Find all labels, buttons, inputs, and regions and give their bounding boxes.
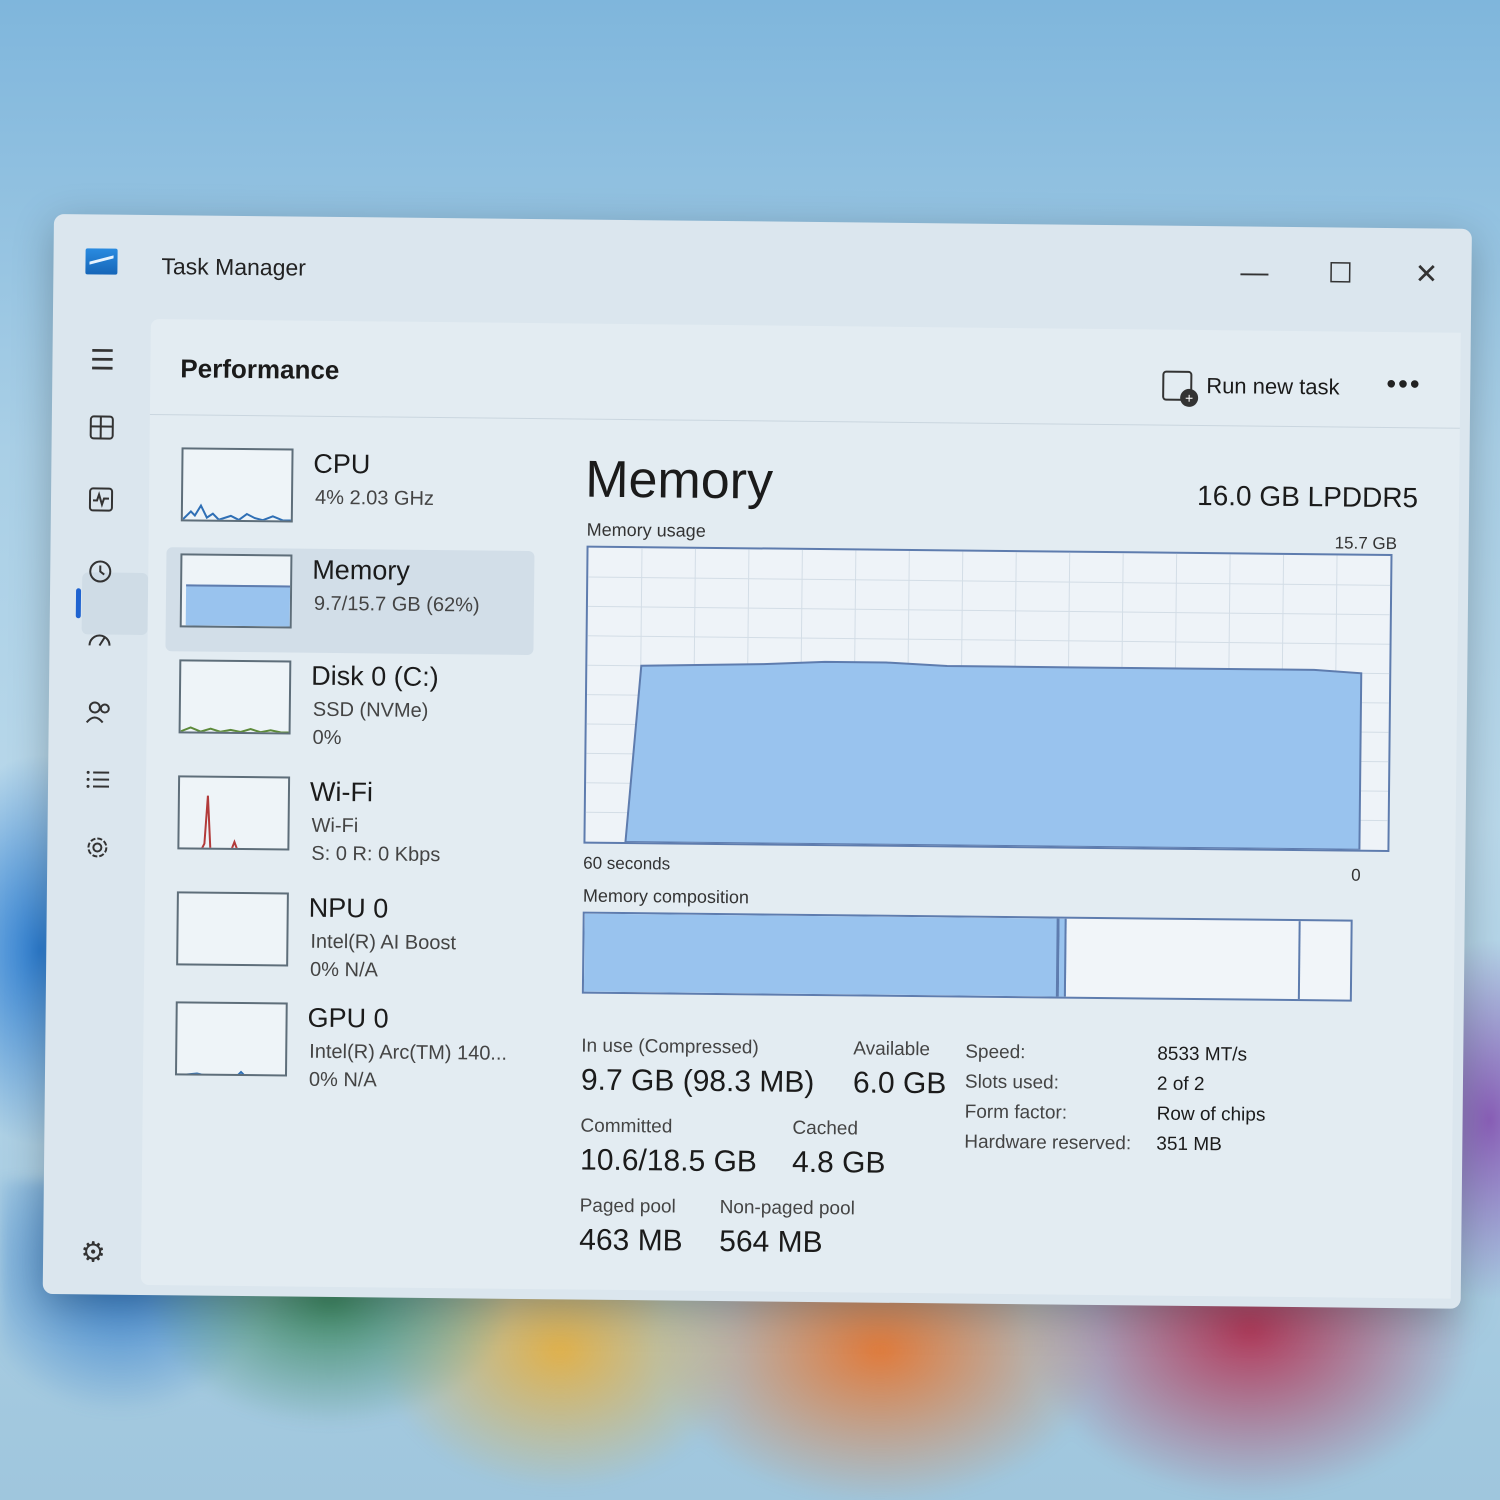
device-name: Memory [312, 554, 410, 586]
task-manager-app-icon [85, 248, 118, 275]
device-name: GPU 0 [307, 1002, 389, 1034]
navigation-rail: ☰ ⚙ [43, 310, 153, 1295]
grid-line-horizontal [588, 576, 1391, 586]
available-value: 6.0 GB [852, 1066, 947, 1101]
form-factor-label: Form factor: [964, 1101, 1068, 1124]
pane-header: Performance Run new task ••• [149, 319, 1461, 429]
device-item-gpu[interactable]: GPU 0 Intel(R) Arc(TM) 140... 0% N/A [161, 995, 530, 1103]
memory-thumbnail-graph [179, 553, 293, 629]
run-new-task-label: Run new task [1206, 373, 1340, 400]
title-bar[interactable]: Task Manager — ☐ ✕ [53, 214, 1472, 325]
in-use-label: In use (Compressed) [581, 1035, 759, 1059]
app-history-icon[interactable] [78, 554, 122, 598]
device-item-wifi[interactable]: Wi-Fi Wi-Fi S: 0 R: 0 Kbps [163, 769, 532, 877]
grid-line-horizontal [587, 635, 1390, 645]
services-icon[interactable] [75, 830, 119, 874]
device-name: NPU 0 [308, 892, 389, 924]
device-name: Disk 0 (C:) [311, 660, 439, 693]
device-stat: Intel(R) Arc(TM) 140... [309, 1040, 508, 1065]
memory-usage-max: 15.7 GB [1334, 533, 1398, 554]
page-title: Performance [180, 353, 340, 385]
speed-value: 8533 MT/s [1157, 1043, 1248, 1066]
hamburger-icon[interactable]: ☰ [80, 338, 124, 382]
paged-pool-label: Paged pool [579, 1195, 676, 1218]
disk-thumbnail-graph [178, 659, 292, 735]
grid-line-horizontal [587, 605, 1390, 616]
device-name: Wi-Fi [309, 776, 374, 808]
non-paged-pool-label: Non-paged pool [719, 1197, 855, 1220]
memory-usage-area [624, 660, 1363, 851]
run-task-icon [1162, 370, 1193, 401]
memory-composition-label: Memory composition [582, 885, 750, 908]
device-stat-secondary: 0% N/A [308, 1068, 377, 1092]
slots-used-label: Slots used: [964, 1071, 1060, 1094]
startup-apps-icon[interactable] [77, 624, 121, 668]
settings-icon[interactable]: ⚙ [71, 1230, 115, 1274]
cpu-thumbnail-graph [180, 447, 294, 523]
device-item-npu[interactable]: NPU 0 Intel(R) AI Boost 0% N/A [162, 885, 531, 993]
memory-composition-bar [581, 911, 1353, 1002]
npu-thumbnail-graph [176, 891, 289, 967]
composition-modified [1058, 918, 1067, 997]
app-title: Task Manager [161, 253, 307, 281]
slots-used-value: 2 of 2 [1156, 1073, 1205, 1096]
device-stat: SSD (NVMe) [312, 698, 429, 722]
device-item-disk[interactable]: Disk 0 (C:) SSD (NVMe) 0% [164, 653, 533, 761]
graph-time-span: 60 seconds [583, 853, 671, 874]
graph-axis-zero: 0 [1351, 865, 1361, 885]
processes-icon[interactable] [79, 410, 123, 454]
device-stat: 4% 2.03 GHz [314, 486, 435, 510]
maximize-button[interactable]: ☐ [1317, 255, 1363, 291]
speed-label: Speed: [965, 1041, 1026, 1064]
performance-pane: Performance Run new task ••• CPU 4% 2.03… [140, 319, 1461, 1299]
non-paged-pool-value: 564 MB [719, 1225, 823, 1260]
device-item-cpu[interactable]: CPU 4% 2.03 GHz [167, 441, 536, 549]
close-button[interactable]: ✕ [1403, 256, 1449, 292]
available-label: Available [853, 1038, 931, 1061]
performance-icon[interactable] [79, 482, 123, 526]
in-use-value: 9.7 GB (98.3 MB) [580, 1063, 815, 1100]
memory-usage-label: Memory usage [586, 519, 706, 541]
committed-label: Committed [580, 1115, 673, 1138]
gpu-thumbnail-graph [174, 1001, 288, 1077]
cached-label: Cached [792, 1117, 859, 1140]
run-new-task-button[interactable]: Run new task [1162, 368, 1340, 406]
device-stat-secondary: 0% N/A [309, 958, 379, 982]
more-options-button[interactable]: ••• [1386, 368, 1422, 400]
memory-usage-chart [585, 548, 1391, 851]
memory-type: 16.0 GB LPDDR5 [1196, 479, 1419, 514]
device-name: CPU [313, 448, 371, 480]
device-stat-secondary: S: 0 R: 0 Kbps [311, 842, 441, 867]
users-icon[interactable] [77, 694, 121, 738]
device-stat-secondary: 0% [312, 726, 342, 750]
cached-value: 4.8 GB [791, 1145, 886, 1180]
device-stat: 9.7/15.7 GB (62%) [313, 592, 480, 617]
hardware-reserved-label: Hardware reserved: [964, 1131, 1132, 1155]
committed-value: 10.6/18.5 GB [579, 1143, 758, 1179]
details-icon[interactable] [76, 762, 120, 806]
task-manager-window: Task Manager — ☐ ✕ ☰ ⚙ Performance + Run… [42, 214, 1472, 1309]
memory-usage-graph [583, 545, 1393, 853]
device-stat: Wi-Fi [311, 814, 359, 838]
device-stat: Intel(R) AI Boost [310, 930, 457, 955]
form-factor-value: Row of chips [1156, 1103, 1266, 1126]
composition-in-use [583, 913, 1060, 997]
paged-pool-value: 463 MB [579, 1223, 683, 1258]
device-item-memory[interactable]: Memory 9.7/15.7 GB (62%) [165, 547, 535, 656]
hardware-reserved-value: 351 MB [1156, 1133, 1222, 1156]
minimize-button[interactable]: — [1231, 254, 1277, 290]
composition-standby [1069, 918, 1301, 1000]
memory-heading: Memory [584, 450, 774, 511]
wifi-thumbnail-graph [177, 775, 291, 851]
